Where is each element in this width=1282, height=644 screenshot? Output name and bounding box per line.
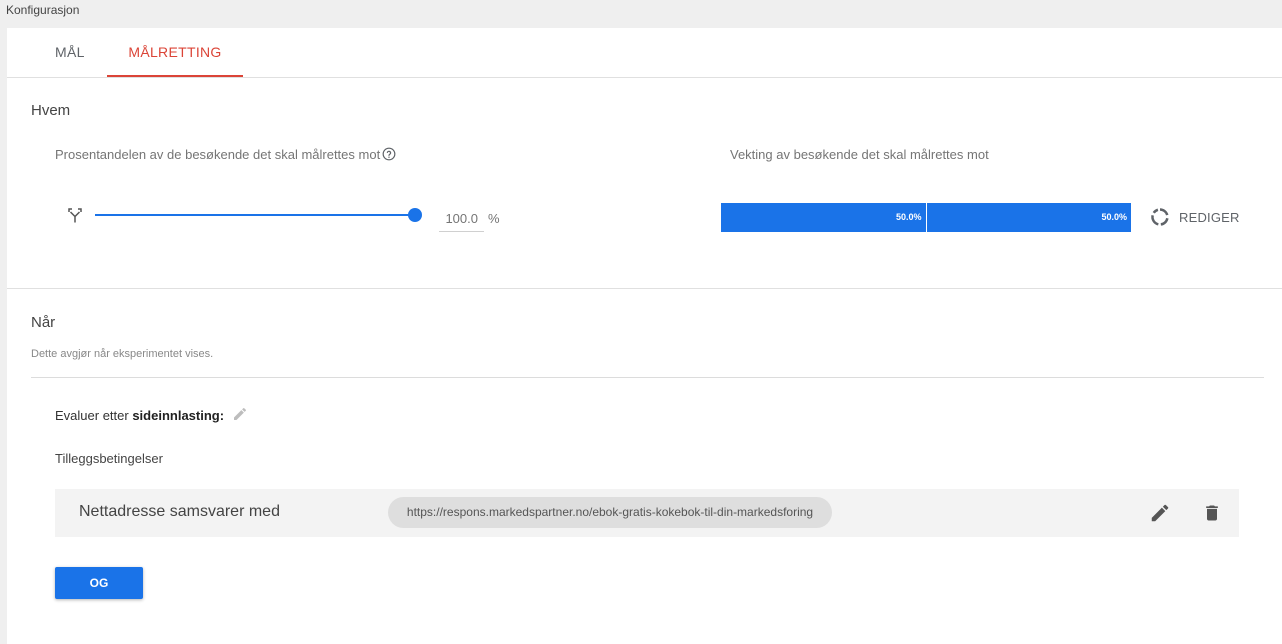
who-section-title: Hvem [31, 102, 71, 119]
pencil-icon[interactable] [1149, 502, 1171, 524]
evaluate-text: Evaluer etter sideinnlasting: [55, 408, 224, 423]
rediger-circle-icon [1151, 208, 1169, 226]
help-icon[interactable] [382, 147, 396, 161]
condition-value-chip[interactable]: https://respons.markedspartner.no/ebok-g… [388, 497, 832, 528]
percent-slider-track[interactable] [95, 214, 415, 216]
rediger-button[interactable]: REDIGER [1150, 206, 1240, 228]
tab-malretting[interactable]: MÅLRETTING [107, 28, 243, 77]
condition-row: Nettadresse samsvarer med https://respon… [55, 489, 1239, 537]
active-tab-indicator [107, 75, 243, 77]
evaluate-prefix: Evaluer etter [55, 408, 133, 423]
percent-input[interactable] [439, 206, 484, 232]
rediger-label: REDIGER [1179, 209, 1240, 225]
condition-label: Nettadresse samsvarer med [79, 503, 280, 520]
weight-segment: 50.0% [925, 203, 1131, 232]
section-divider [7, 288, 1282, 289]
when-description: Dette avgjør når eksperimentet vises. [31, 348, 214, 360]
pencil-icon[interactable] [232, 406, 248, 422]
config-card: MÅL MÅLRETTING Hvem Prosentandelen av de… [7, 28, 1282, 644]
trash-icon[interactable] [1202, 502, 1222, 524]
evaluate-value: sideinnlasting: [132, 408, 225, 423]
tab-mal[interactable]: MÅL [35, 28, 105, 77]
tab-bar: MÅL MÅLRETTING [7, 28, 1282, 78]
percent-unit: % [488, 211, 500, 226]
extra-conditions-label: Tilleggsbetingelser [55, 451, 163, 466]
percent-label: Prosentandelen av de besøkende det skal … [55, 147, 381, 162]
when-section-title: Når [31, 314, 56, 331]
weight-bar: 50.0% 50.0% [721, 203, 1131, 232]
weight-segment: 50.0% [721, 203, 926, 232]
window-title: Konfigurasjon [6, 3, 80, 17]
weight-label: Vekting av besøkende det skal målrettes … [730, 147, 989, 162]
and-button[interactable]: OG [55, 567, 143, 599]
percent-slider-thumb[interactable] [408, 208, 422, 222]
when-divider [31, 377, 1264, 378]
split-icon [68, 208, 82, 223]
